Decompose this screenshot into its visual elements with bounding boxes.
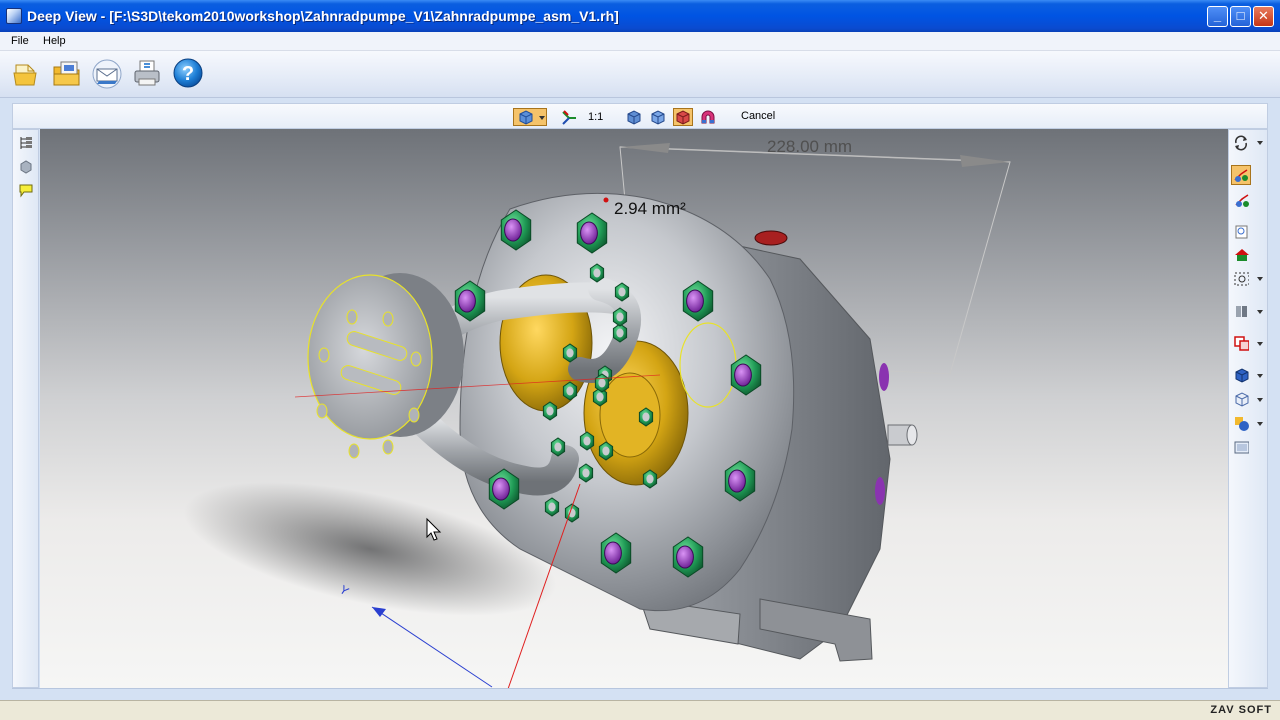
small-nut <box>544 497 560 517</box>
top-port <box>754 230 788 246</box>
small-nut <box>550 437 566 457</box>
open-folder-icon <box>53 61 80 86</box>
small-nut <box>579 431 595 451</box>
cube-shaded-icon <box>519 110 533 125</box>
view-iso-button[interactable] <box>649 108 667 126</box>
pump-assembly-model[interactable]: 228.00 mm 2.94 mm² Y <box>40 129 1228 688</box>
drive-shaft <box>887 424 918 446</box>
measure-length-label: 228.00 mm <box>767 137 852 156</box>
object-cube-icon[interactable] <box>18 159 34 175</box>
svg-text:?: ? <box>182 63 194 85</box>
print-button[interactable] <box>131 57 163 89</box>
cube-section-icon <box>676 110 690 125</box>
zoom-window-icon[interactable] <box>1233 271 1249 287</box>
explode-tool-button[interactable] <box>1231 165 1251 185</box>
print-icon <box>134 60 160 86</box>
open-file-button[interactable] <box>10 57 42 89</box>
small-nut <box>612 307 628 327</box>
cube-front-icon <box>627 110 641 125</box>
magnet-icon <box>701 110 715 124</box>
help-button[interactable]: ? <box>172 57 204 89</box>
area-point-marker <box>603 197 609 203</box>
main-toolbar: ? <box>0 51 1280 98</box>
shaded-dropdown-icon[interactable] <box>1257 374 1263 378</box>
overlap-icon[interactable] <box>1233 335 1249 351</box>
app-icon[interactable] <box>6 8 22 24</box>
bottom-frame <box>12 688 1268 700</box>
render-mode-dropdown[interactable] <box>513 108 547 126</box>
view-toolbar: 1:1 Cancel <box>12 103 1268 129</box>
open-folder-button[interactable] <box>51 57 83 89</box>
zoom-icon[interactable] <box>1233 224 1249 240</box>
status-bar: ZAV SOFT <box>0 700 1280 720</box>
email-icon <box>92 59 122 89</box>
section-view-button[interactable] <box>673 108 693 126</box>
small-nut <box>562 381 578 401</box>
views-icon[interactable] <box>1233 303 1249 319</box>
left-side-panel <box>12 129 39 688</box>
3d-viewport[interactable]: 228.00 mm 2.94 mm² Y <box>40 129 1228 688</box>
axes-icon <box>562 110 576 125</box>
rotate-view-icon[interactable] <box>1233 135 1249 151</box>
home-view-icon[interactable] <box>1233 247 1249 263</box>
materials-dropdown-icon[interactable] <box>1257 422 1263 426</box>
title-bar[interactable]: Deep View - [F:\S3D\tekom2010workshop\Za… <box>0 0 1280 32</box>
minimize-button[interactable]: _ <box>1207 6 1228 27</box>
annotation-icon[interactable] <box>18 182 34 198</box>
deep-view-window: Deep View - [F:\S3D\tekom2010workshop\Za… <box>0 0 1280 720</box>
views-dropdown-icon[interactable] <box>1257 310 1263 314</box>
email-button[interactable] <box>91 57 123 89</box>
rotate-dropdown-icon[interactable] <box>1257 141 1263 145</box>
explode-alt-icon[interactable] <box>1233 192 1249 208</box>
magnet-button[interactable] <box>699 108 717 126</box>
right-side-panel <box>1228 129 1268 688</box>
background-icon[interactable] <box>1233 439 1249 455</box>
shaded-cube-icon[interactable] <box>1233 367 1249 383</box>
small-nut <box>642 469 658 489</box>
scale-one-to-one-button[interactable]: 1:1 <box>588 108 614 126</box>
small-nut <box>612 323 628 343</box>
small-nut <box>638 407 654 427</box>
fit-axes-button[interactable] <box>559 108 579 126</box>
side-bolt <box>875 477 885 505</box>
scale-label: 1:1 <box>588 111 604 123</box>
tree-view-icon[interactable] <box>18 135 34 151</box>
view-front-button[interactable] <box>625 108 643 126</box>
overlap-dropdown-icon[interactable] <box>1257 342 1263 346</box>
small-nut <box>589 263 605 283</box>
small-nut <box>594 373 610 393</box>
small-nut <box>562 343 578 363</box>
watermark-logo: ZAV SOFT <box>1210 704 1272 716</box>
wire-cube-icon[interactable] <box>1233 391 1249 407</box>
small-nut <box>598 441 614 461</box>
close-button[interactable]: ✕ <box>1253 6 1274 27</box>
small-nut <box>578 463 594 483</box>
zoom-dropdown-icon[interactable] <box>1257 277 1263 281</box>
window-title: Deep View - [F:\S3D\tekom2010workshop\Za… <box>27 8 619 24</box>
side-bolt <box>879 363 889 391</box>
menu-file[interactable]: File <box>11 35 29 47</box>
small-nut <box>614 282 630 302</box>
menu-help[interactable]: Help <box>43 35 66 47</box>
maximize-button[interactable]: □ <box>1230 6 1251 27</box>
open-file-icon <box>13 64 37 86</box>
measure-area-label[interactable]: 2.94 mm² <box>614 199 686 218</box>
wire-dropdown-icon[interactable] <box>1257 398 1263 402</box>
explode-icon <box>1234 169 1248 182</box>
cube-iso-icon <box>651 110 665 125</box>
materials-icon[interactable] <box>1233 415 1249 431</box>
cancel-button[interactable]: Cancel <box>741 110 775 122</box>
menu-bar: File Help <box>0 32 1280 51</box>
small-nut <box>542 401 558 421</box>
dropdown-arrow-icon <box>539 116 545 120</box>
help-icon: ? <box>173 58 203 88</box>
